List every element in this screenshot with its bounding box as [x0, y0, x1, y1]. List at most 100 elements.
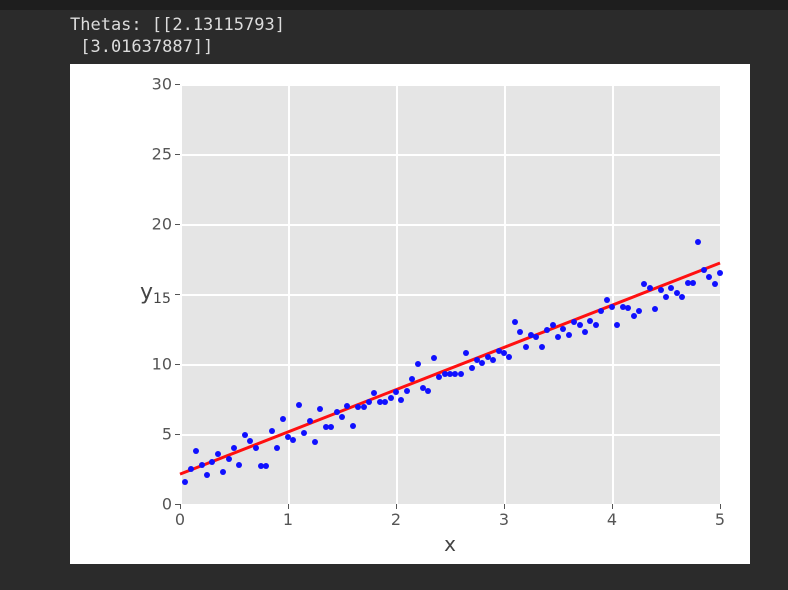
scatter-point: [334, 409, 340, 415]
y-tick-label: 0: [162, 495, 172, 514]
scatter-point: [388, 395, 394, 401]
scatter-point: [539, 344, 545, 350]
scatter-point: [242, 432, 248, 438]
scatter-point: [566, 332, 572, 338]
scatter-point: [307, 418, 313, 424]
scatter-point: [647, 285, 653, 291]
tick-mark-x: [612, 504, 613, 509]
scatter-point: [631, 313, 637, 319]
scatter-point: [625, 305, 631, 311]
tick-mark-y: [175, 364, 180, 365]
scatter-point: [582, 329, 588, 335]
y-axis-label: y15: [140, 280, 171, 305]
scatter-point: [652, 306, 658, 312]
scatter-point: [512, 319, 518, 325]
scatter-point: [344, 403, 350, 409]
y-tick-label: 25: [152, 145, 172, 164]
scatter-point: [220, 469, 226, 475]
tick-mark-x: [504, 504, 505, 509]
scatter-point: [506, 354, 512, 360]
scatter-point: [706, 274, 712, 280]
scatter-point: [253, 445, 259, 451]
scatter-point: [458, 371, 464, 377]
scatter-point: [398, 397, 404, 403]
tick-mark-y: [175, 504, 180, 505]
scatter-point: [361, 404, 367, 410]
scatter-point: [701, 267, 707, 273]
scatter-point: [469, 365, 475, 371]
tick-mark-x: [180, 504, 181, 509]
console-output: Thetas: [[2.13115793] [3.01637887]]: [0, 10, 788, 58]
y-tick-label: 5: [162, 425, 172, 444]
tick-mark-x: [720, 504, 721, 509]
scatter-point: [409, 376, 415, 382]
scatter-point: [517, 329, 523, 335]
scatter-point: [690, 280, 696, 286]
scatter-point: [290, 437, 296, 443]
grid-line-h: [180, 364, 720, 366]
scatter-point: [269, 428, 275, 434]
scatter-point: [577, 322, 583, 328]
scatter-point: [479, 360, 485, 366]
x-tick-label: 0: [175, 510, 185, 529]
scatter-point: [463, 350, 469, 356]
scatter-point: [679, 294, 685, 300]
scatter-point: [550, 322, 556, 328]
scatter-point: [555, 334, 561, 340]
scatter-point: [593, 322, 599, 328]
x-tick-label: 2: [391, 510, 401, 529]
scatter-point: [215, 451, 221, 457]
x-axis-label: x: [180, 532, 720, 556]
tick-mark-x: [288, 504, 289, 509]
scatter-point: [712, 281, 718, 287]
scatter-point: [544, 327, 550, 333]
grid-line-h: [180, 84, 720, 86]
scatter-point: [717, 270, 723, 276]
scatter-point: [431, 355, 437, 361]
scatter-point: [533, 334, 539, 340]
scatter-point: [193, 448, 199, 454]
y-tick-label: 10: [152, 355, 172, 374]
console-line-2: [3.01637887]]: [70, 37, 213, 57]
y-axis-label-text: y: [140, 280, 153, 305]
tick-mark-y: [175, 154, 180, 155]
tick-mark-x: [396, 504, 397, 509]
scatter-point: [204, 472, 210, 478]
console-line-1: Thetas: [[2.13115793]: [70, 15, 285, 35]
scatter-point: [609, 304, 615, 310]
scatter-point: [312, 439, 318, 445]
x-tick-label: 4: [607, 510, 617, 529]
x-tick-label: 3: [499, 510, 509, 529]
scatter-point: [274, 445, 280, 451]
scatter-point: [560, 326, 566, 332]
scatter-point: [636, 308, 642, 314]
scatter-point: [404, 388, 410, 394]
scatter-point: [663, 294, 669, 300]
scatter-point: [209, 459, 215, 465]
scatter-point: [371, 390, 377, 396]
grid-line-h: [180, 294, 720, 296]
scatter-point: [366, 399, 372, 405]
grid-line-h: [180, 224, 720, 226]
scatter-point: [614, 322, 620, 328]
scatter-point: [328, 424, 334, 430]
figure: x y15 0123450510202530: [70, 64, 750, 564]
scatter-point: [490, 357, 496, 363]
scatter-point: [695, 239, 701, 245]
tick-mark-y: [175, 84, 180, 85]
y-tick-15-sub: 15: [153, 291, 171, 307]
scatter-point: [350, 423, 356, 429]
scatter-point: [317, 406, 323, 412]
scatter-point: [604, 297, 610, 303]
plot-area: [180, 84, 720, 504]
scatter-point: [523, 344, 529, 350]
scatter-point: [425, 388, 431, 394]
scatter-point: [598, 308, 604, 314]
scatter-point: [188, 466, 194, 472]
scatter-point: [182, 479, 188, 485]
scatter-point: [393, 389, 399, 395]
scatter-point: [231, 445, 237, 451]
grid-line-h: [180, 504, 720, 506]
scatter-point: [382, 399, 388, 405]
scatter-point: [301, 430, 307, 436]
